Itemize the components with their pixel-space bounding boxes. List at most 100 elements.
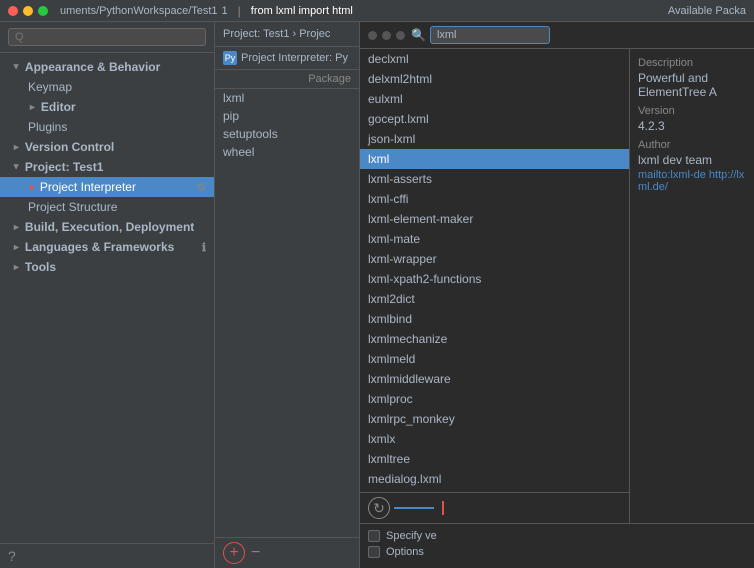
list-item[interactable]: lxmlmeld: [360, 349, 629, 369]
list-item[interactable]: lxmlx: [360, 429, 629, 449]
remove-package-button[interactable]: −: [251, 544, 260, 562]
list-item[interactable]: json-lxml: [360, 129, 629, 149]
arrow-icon: ►: [11, 63, 21, 72]
sidebar-item-tools[interactable]: ► Tools: [0, 257, 214, 277]
file-path: uments/PythonWorkspace/Test1: [60, 5, 218, 17]
settings-sidebar: ► Appearance & Behavior Keymap ► Editor …: [0, 22, 215, 568]
sidebar-item-vcs[interactable]: ► Version Control: [0, 137, 214, 157]
sidebar-item-keymap[interactable]: Keymap: [0, 77, 214, 97]
description-value: Powerful and ElementTree A: [638, 71, 746, 99]
arrow-icon: ►: [12, 222, 21, 232]
list-item[interactable]: lxmlproc: [360, 389, 629, 409]
center-panel-bottom: + −: [215, 537, 359, 568]
sidebar-item-build[interactable]: ► Build, Execution, Deployment: [0, 217, 214, 237]
packages-list-panel: declxml delxml2html eulxml gocept.lxml j…: [360, 49, 630, 523]
window-controls-right: [368, 31, 405, 40]
sidebar-item-structure[interactable]: Project Structure: [0, 197, 214, 217]
sidebar-item-plugins[interactable]: Plugins: [0, 117, 214, 137]
available-packages-list: declxml delxml2html eulxml gocept.lxml j…: [360, 49, 629, 492]
sidebar-nav: ► Appearance & Behavior Keymap ► Editor …: [0, 53, 214, 543]
pkg-list-bottom: ↻: [360, 492, 629, 523]
center-panel: Project: Test1 › Projec Py Project Inter…: [215, 22, 360, 568]
version-label: Version: [638, 105, 746, 117]
list-item[interactable]: gocept.lxml: [360, 109, 629, 129]
list-item[interactable]: lxmlmiddleware: [360, 369, 629, 389]
settings-icon: ⚙: [196, 181, 206, 194]
sidebar-item-languages[interactable]: ► Languages & Frameworks ℹ: [0, 237, 214, 257]
author-value: lxml dev team: [638, 153, 746, 167]
description-label: Description: [638, 57, 746, 69]
list-item[interactable]: lxml2dict: [360, 289, 629, 309]
list-item[interactable]: eulxml: [360, 89, 629, 109]
progress-bar: [394, 507, 434, 509]
author-label: Author: [638, 139, 746, 151]
add-package-button[interactable]: +: [223, 542, 245, 564]
available-packages-header: 🔍: [360, 22, 754, 49]
list-item[interactable]: delxml2html: [360, 69, 629, 89]
specify-version-label: Specify ve: [386, 530, 437, 542]
status-indicator: [442, 501, 444, 515]
dot-icon: [382, 31, 391, 40]
list-item[interactable]: lxml-element-maker: [360, 209, 629, 229]
list-item[interactable]: lxmlmechanize: [360, 329, 629, 349]
arrow-icon: ►: [12, 142, 21, 152]
search-icon: 🔍: [411, 28, 426, 42]
options-label: Options: [386, 546, 424, 558]
dot-icon: [368, 31, 377, 40]
minimize-button[interactable]: [23, 6, 33, 16]
breadcrumb: Project: Test1 › Projec: [215, 22, 359, 47]
options-checkbox[interactable]: [368, 546, 380, 558]
close-button[interactable]: [8, 6, 18, 16]
list-item[interactable]: declxml: [360, 49, 629, 69]
sidebar-item-appearance[interactable]: ► Appearance & Behavior: [0, 57, 214, 77]
code-preview: from lxml import html: [251, 5, 353, 17]
panel-title: Available Packa: [668, 5, 746, 17]
sidebar-item-editor[interactable]: ► Editor: [0, 97, 214, 117]
sidebar-search[interactable]: [0, 22, 214, 53]
help-button[interactable]: ?: [8, 548, 16, 564]
sidebar-bottom: ?: [0, 543, 214, 568]
maximize-button[interactable]: [38, 6, 48, 16]
package-column-header: Package: [215, 70, 359, 89]
title-bar: uments/PythonWorkspace/Test1 1 | from lx…: [0, 0, 754, 22]
list-item[interactable]: medialog.lxml: [360, 469, 629, 489]
window-controls[interactable]: [8, 6, 48, 16]
list-item[interactable]: lxml-cffi: [360, 189, 629, 209]
dot-icon: [396, 31, 405, 40]
package-search-bar[interactable]: 🔍: [411, 26, 550, 44]
interpreter-header: Py Project Interpreter: Py: [215, 47, 359, 70]
list-item[interactable]: lxml-wrapper: [360, 249, 629, 269]
specify-version-checkbox[interactable]: [368, 530, 380, 542]
version-value: 4.2.3: [638, 119, 746, 133]
list-item[interactable]: wheel: [215, 143, 359, 161]
list-item-selected[interactable]: lxml: [360, 149, 629, 169]
list-item[interactable]: lxml-mate: [360, 229, 629, 249]
right-content: declxml delxml2html eulxml gocept.lxml j…: [360, 49, 754, 523]
arrow-icon: ►: [12, 242, 21, 252]
package-link[interactable]: mailto:lxml-de http://lxml.de/: [638, 169, 746, 193]
sidebar-item-project[interactable]: ► Project: Test1: [0, 157, 214, 177]
list-item[interactable]: lxmlrpc_monkey: [360, 409, 629, 429]
list-item[interactable]: lxml: [215, 89, 359, 107]
available-packages-panel: 🔍 declxml delxml2html eulxml gocept.lxml…: [360, 22, 754, 568]
installed-packages-list: lxml pip setuptools wheel: [215, 89, 359, 537]
sidebar-search-input[interactable]: [8, 28, 206, 46]
install-package-button[interactable]: ↻: [368, 497, 390, 519]
tab-number: 1: [222, 5, 228, 17]
package-info-panel: Description Powerful and ElementTree A V…: [630, 49, 754, 523]
info-icon: ℹ: [202, 241, 206, 254]
list-item[interactable]: pip: [215, 107, 359, 125]
sidebar-item-interpreter[interactable]: ► Project Interpreter ⚙: [0, 177, 214, 197]
list-item[interactable]: lxmltree: [360, 449, 629, 469]
options-row: Options: [368, 546, 746, 558]
specify-version-row: Specify ve: [368, 530, 746, 542]
selected-marker-icon: ►: [28, 182, 37, 192]
list-item[interactable]: lxml-xpath2-functions: [360, 269, 629, 289]
list-item[interactable]: lxmlbind: [360, 309, 629, 329]
arrow-icon: ►: [28, 102, 37, 112]
list-item[interactable]: lxml-asserts: [360, 169, 629, 189]
arrow-icon: ►: [12, 262, 21, 272]
package-search-input[interactable]: [430, 26, 550, 44]
list-item[interactable]: setuptools: [215, 125, 359, 143]
arrow-icon: ►: [11, 163, 21, 172]
